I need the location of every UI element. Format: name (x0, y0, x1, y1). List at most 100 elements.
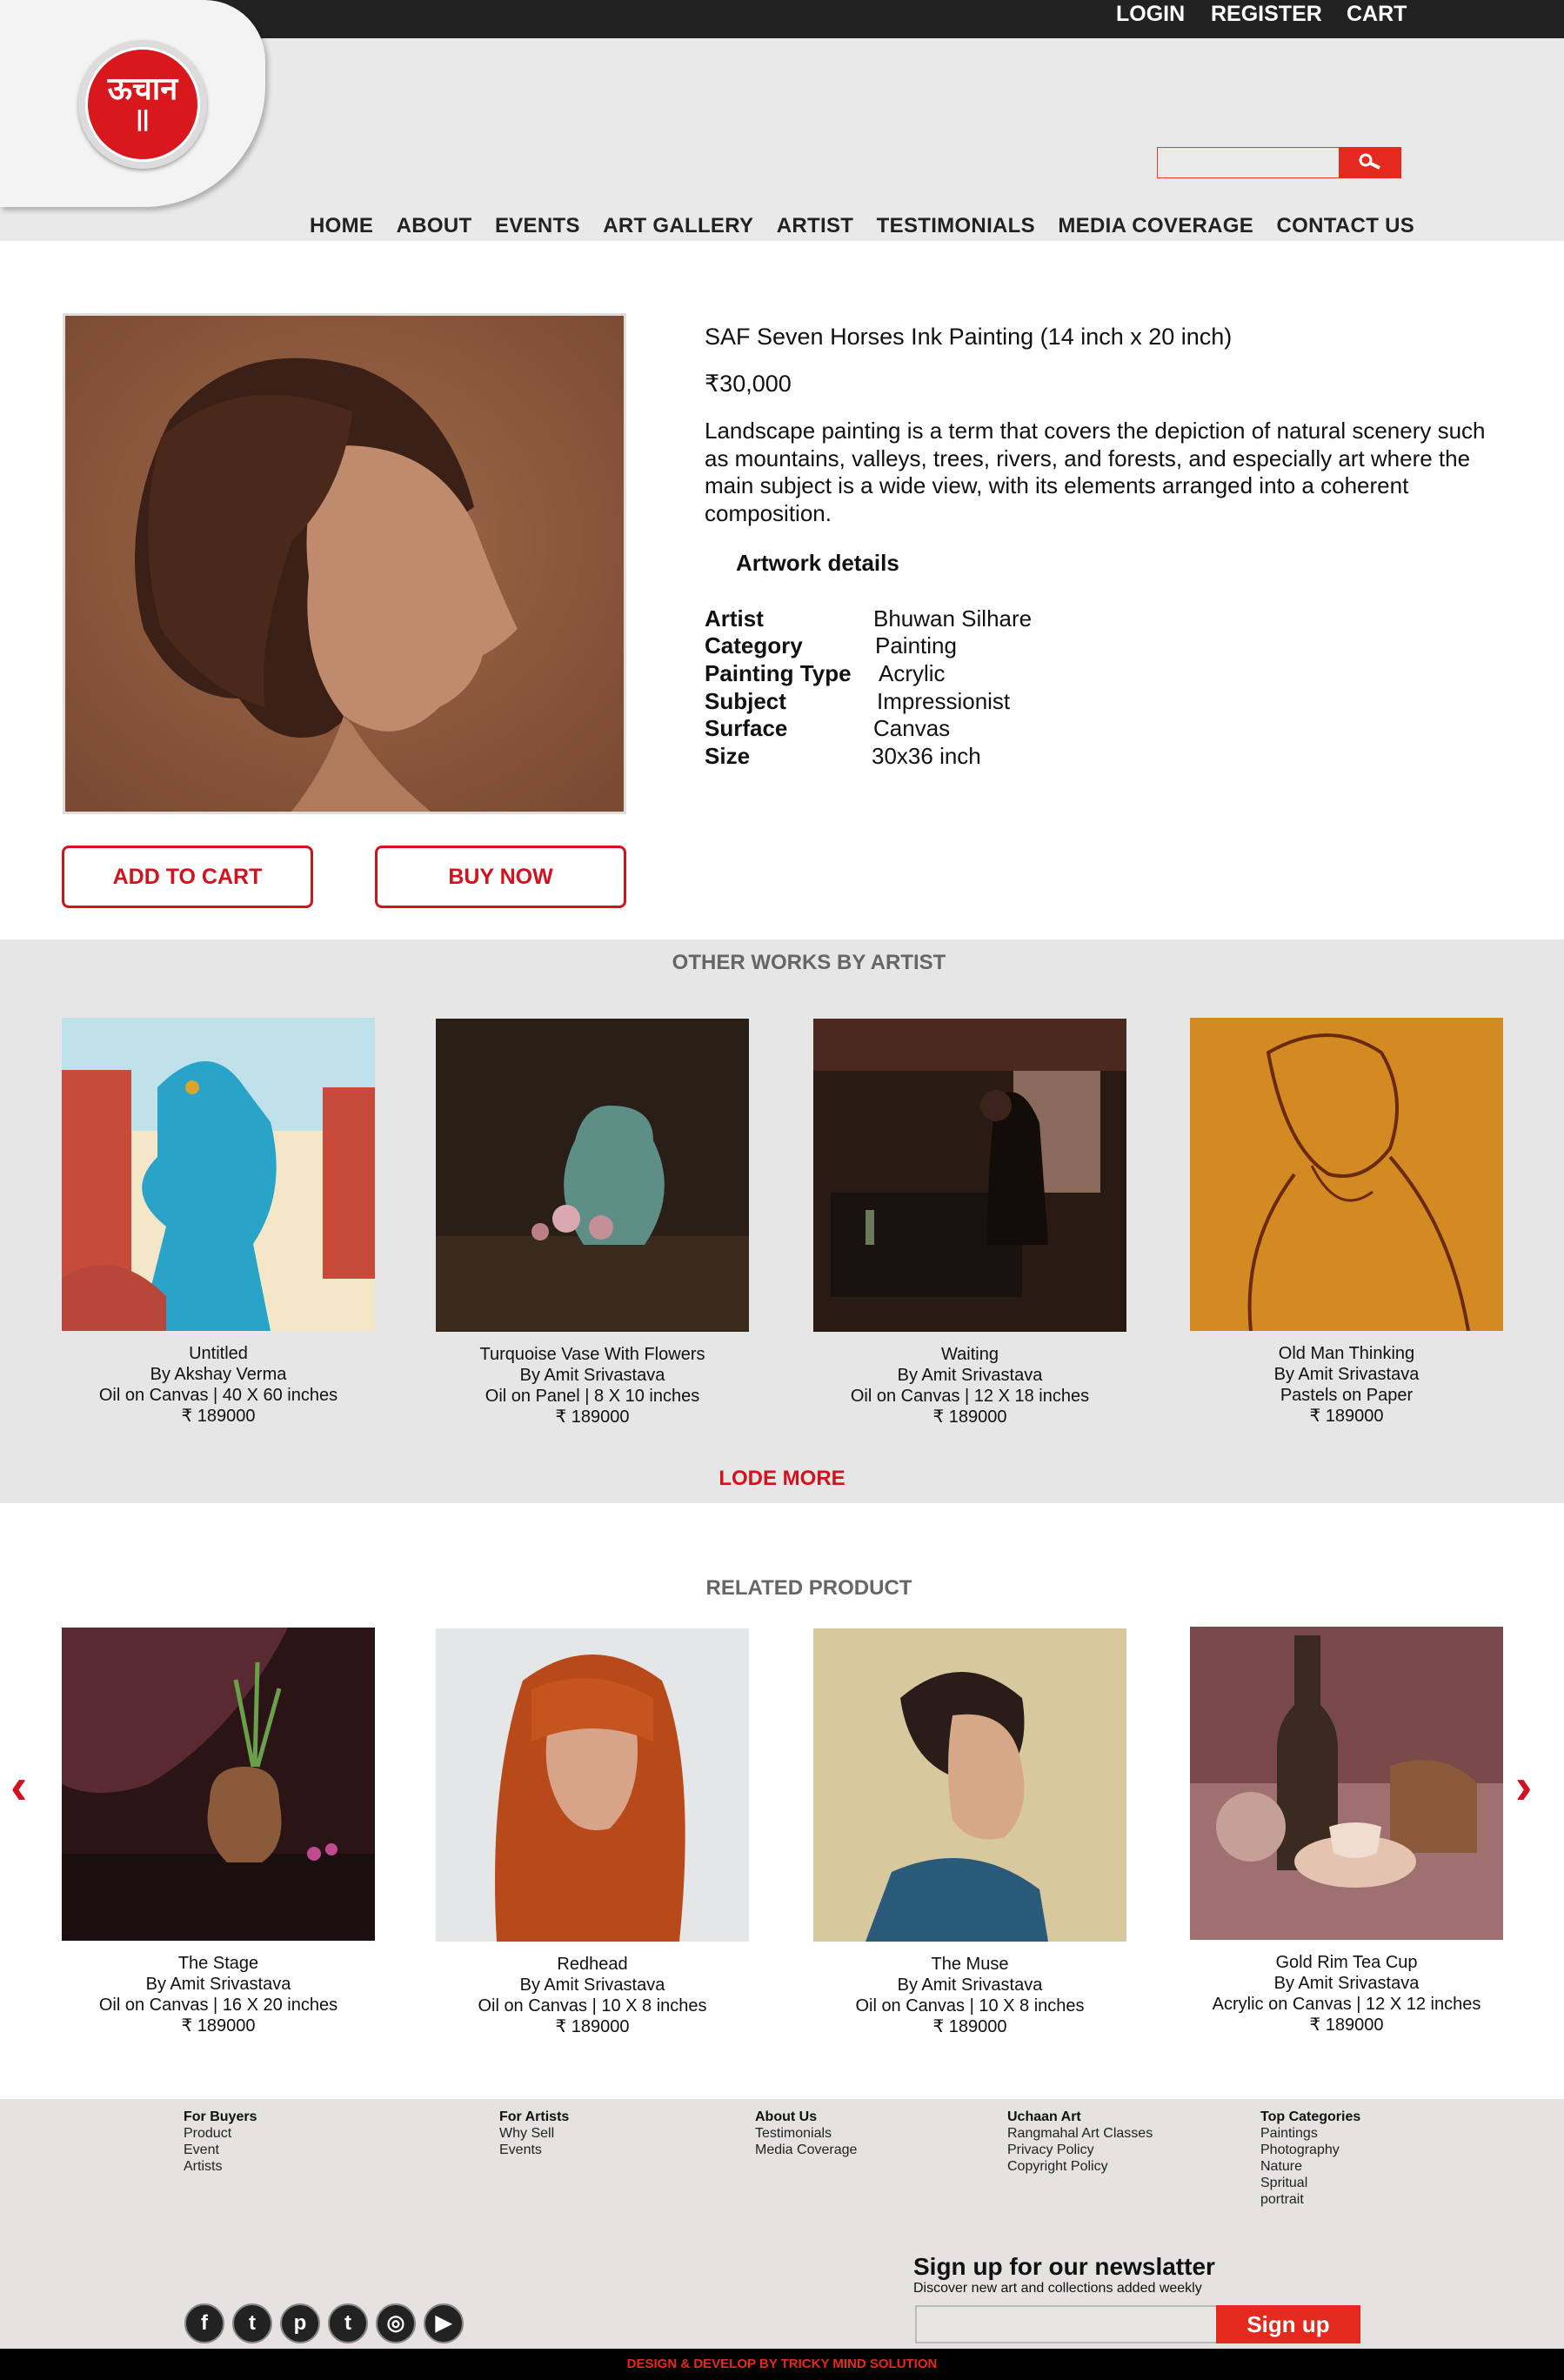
artwork-medium: Oil on Canvas | 10 X 8 inches (478, 1996, 707, 2016)
facebook-icon[interactable]: f (184, 2303, 224, 2343)
nav-testimonials[interactable]: TESTIMONIALS (877, 214, 1035, 238)
footer-link[interactable]: Rangmahal Art Classes (1007, 2125, 1153, 2142)
newsletter-title: Sign up for our newslatter (913, 2253, 1215, 2280)
artwork-card[interactable]: Turquoise Vase With Flowers By Amit Sriv… (436, 1019, 749, 1427)
artwork-thumbnail[interactable] (62, 1018, 375, 1331)
signup-button[interactable]: Sign up (1216, 2305, 1360, 2343)
credit-text[interactable]: DESIGN & DEVELOP BY TRICKY MIND SOLUTION (627, 2357, 938, 2371)
carousel-prev-icon[interactable]: ‹ (10, 1757, 27, 1815)
artwork-caption: The Stage By Amit Srivastava Oil on Canv… (62, 1953, 375, 2036)
cart-link[interactable]: CART (1347, 2, 1407, 27)
tumblr-icon[interactable]: t (328, 2303, 368, 2343)
footer-link[interactable]: portrait (1260, 2191, 1360, 2208)
related-thumbnail[interactable] (62, 1628, 375, 1941)
footer-heading: About Us (755, 2109, 818, 2124)
footer-column-artists: For Artists Why Sell Events (499, 2109, 569, 2158)
footer-link[interactable]: Spritual (1260, 2175, 1360, 2191)
newsletter-email-input[interactable] (915, 2305, 1218, 2343)
nav-events[interactable]: EVENTS (495, 214, 580, 238)
credit-bar: DESIGN & DEVELOP BY TRICKY MIND SOLUTION (0, 2349, 1564, 2380)
artwork-title: Gold Rim Tea Cup (1275, 1953, 1418, 1972)
related-thumbnail[interactable] (813, 1628, 1126, 1942)
related-card[interactable]: The Muse By Amit Srivastava Oil on Canva… (813, 1628, 1126, 2037)
artwork-medium: Pastels on Paper (1280, 1386, 1414, 1405)
product-title: SAF Seven Horses Ink Painting (14 inch x… (705, 324, 1233, 350)
nav-artist[interactable]: ARTIST (777, 214, 853, 238)
artwork-artist: By Amit Srivastava (519, 1976, 665, 1995)
footer-link[interactable]: Media Coverage (755, 2142, 857, 2158)
artwork-card[interactable]: Waiting By Amit Srivastava Oil on Canvas… (813, 1019, 1126, 1427)
page: LOGIN REGISTER CART ऊचान || HOME ABOUT E… (0, 0, 1564, 2380)
footer-link[interactable]: Photography (1260, 2142, 1360, 2158)
footer-link[interactable]: Artists (184, 2158, 257, 2175)
footer-link[interactable]: Paintings (1260, 2125, 1360, 2142)
artwork-artist: By Amit Srivastava (519, 1366, 665, 1385)
detail-value: Bhuwan Silhare (873, 605, 1033, 632)
footer-link[interactable]: Copyright Policy (1007, 2158, 1153, 2175)
footer-column-buyers: For Buyers Product Event Artists (184, 2109, 257, 2175)
artwork-caption: Turquoise Vase With Flowers By Amit Sriv… (436, 1344, 749, 1427)
footer-link[interactable]: Events (499, 2142, 569, 2158)
artwork-card[interactable]: Untitled By Akshay Verma Oil on Canvas |… (62, 1018, 375, 1427)
footer-link[interactable]: Event (184, 2142, 257, 2158)
detail-value: 30x36 inch (872, 743, 981, 769)
instagram-icon[interactable]: ◎ (376, 2303, 416, 2343)
footer-link[interactable]: Testimonials (755, 2125, 857, 2142)
artwork-price: ₹ 189000 (181, 2016, 256, 2036)
nav-media-coverage[interactable]: MEDIA COVERAGE (1058, 214, 1253, 238)
footer-link[interactable]: Why Sell (499, 2125, 569, 2142)
artwork-thumbnail[interactable] (813, 1019, 1126, 1332)
register-link[interactable]: REGISTER (1211, 2, 1322, 27)
related-thumbnail[interactable] (436, 1628, 749, 1942)
artwork-medium: Oil on Canvas | 40 X 60 inches (98, 1386, 338, 1405)
detail-value: Painting (875, 632, 957, 659)
search-input[interactable] (1158, 148, 1339, 177)
related-thumbnail[interactable] (1190, 1627, 1503, 1940)
artwork-artist: By Amit Srivastava (145, 1975, 291, 1994)
nav-art-gallery[interactable]: ART GALLERY (603, 214, 753, 238)
artwork-details-heading: Artwork details (736, 550, 899, 576)
search-button[interactable] (1339, 147, 1401, 178)
artwork-price: ₹ 189000 (932, 2017, 1007, 2036)
footer-link[interactable]: Product (184, 2125, 257, 2142)
load-more-button[interactable]: LODE MORE (0, 1467, 1564, 1491)
related-card[interactable]: Redhead By Amit Srivastava Oil on Canvas… (436, 1628, 749, 2037)
artwork-card[interactable]: Old Man Thinking By Amit Srivastava Past… (1190, 1018, 1503, 1427)
product-image[interactable] (63, 313, 626, 814)
artwork-price: ₹ 189000 (555, 1407, 630, 1427)
portrait-painting (65, 316, 624, 812)
artwork-caption: Redhead By Amit Srivastava Oil on Canvas… (436, 1954, 749, 2037)
carousel-next-icon[interactable]: › (1515, 1757, 1532, 1815)
artwork-caption: Old Man Thinking By Amit Srivastava Past… (1190, 1343, 1503, 1427)
artwork-artist: By Amit Srivastava (897, 1976, 1043, 1995)
buy-now-button[interactable]: BUY NOW (375, 846, 626, 908)
add-to-cart-button[interactable]: ADD TO CART (62, 846, 313, 908)
youtube-icon[interactable]: ▶ (424, 2303, 464, 2343)
related-card[interactable]: Gold Rim Tea Cup By Amit Srivastava Acry… (1190, 1627, 1503, 2036)
artwork-price: ₹ 189000 (181, 1407, 256, 1426)
artwork-medium: Acrylic on Canvas | 12 X 12 inches (1212, 1995, 1481, 2014)
nav-contact-us[interactable]: CONTACT US (1277, 214, 1415, 238)
footer-column-categories: Top Categories Paintings Photography Nat… (1260, 2109, 1360, 2208)
main-nav: HOME ABOUT EVENTS ART GALLERY ARTIST TES… (310, 214, 1434, 238)
artwork-thumbnail[interactable] (436, 1019, 749, 1332)
artwork-price: ₹ 189000 (555, 2017, 630, 2036)
search-icon (1359, 153, 1380, 170)
footer-link[interactable]: Nature (1260, 2158, 1360, 2175)
detail-label: Category (705, 632, 803, 659)
logo[interactable]: ऊचान || (78, 40, 207, 169)
product-price: ₹30,000 (705, 371, 792, 397)
artwork-title: Waiting (941, 1345, 999, 1364)
artwork-medium: Oil on Canvas | 12 X 18 inches (850, 1387, 1090, 1406)
detail-label: Painting Type (705, 660, 852, 686)
related-card[interactable]: The Stage By Amit Srivastava Oil on Canv… (62, 1628, 375, 2036)
nav-about[interactable]: ABOUT (397, 214, 472, 238)
pinterest-icon[interactable]: p (280, 2303, 320, 2343)
footer-link[interactable]: Privacy Policy (1007, 2142, 1153, 2158)
detail-label: Size (705, 743, 751, 769)
nav-home[interactable]: HOME (310, 214, 373, 238)
login-link[interactable]: LOGIN (1116, 2, 1185, 27)
twitter-icon[interactable]: t (232, 2303, 272, 2343)
artwork-caption: Waiting By Amit Srivastava Oil on Canvas… (813, 1344, 1126, 1427)
artwork-thumbnail[interactable] (1190, 1018, 1503, 1331)
